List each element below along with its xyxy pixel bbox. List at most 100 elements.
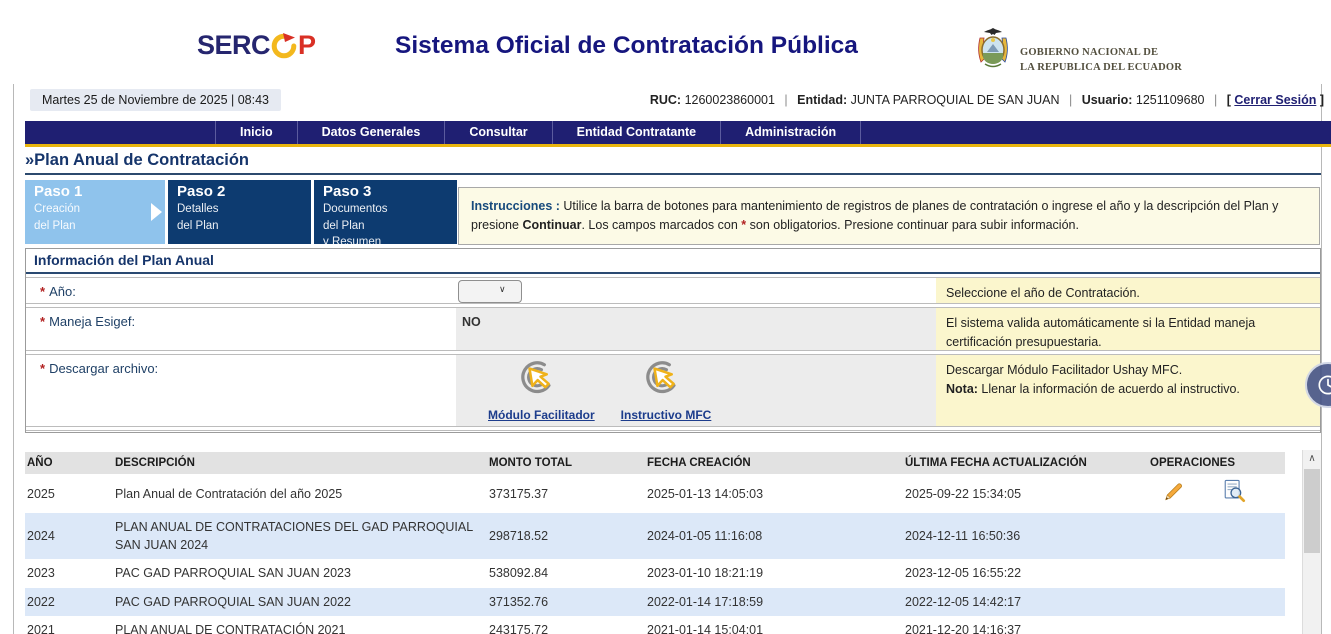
nota-label: Nota:	[946, 382, 978, 396]
created-cell: 2021-01-14 15:04:01	[645, 616, 903, 634]
required-marker: *	[40, 361, 45, 376]
field-hint: Descargar Módulo Facilitador Ushay MFC. …	[936, 355, 1320, 426]
field-content: NO	[456, 308, 936, 350]
sercop-logo-o-icon	[271, 33, 297, 59]
step-arrow-icon	[151, 203, 162, 221]
description-cell: PLAN ANUAL DE CONTRATACIONES DEL GAD PAR…	[113, 513, 487, 559]
government-label: GOBIERNO NACIONAL DE LA REPUBLICA DEL EC…	[1020, 46, 1182, 75]
nav-item-consultar[interactable]: Consultar	[445, 121, 552, 144]
year-cell: 2023	[25, 559, 113, 587]
main-nav: InicioDatos GeneralesConsultarEntidad Co…	[25, 121, 1331, 147]
app-window: SERC P Sistema Oficial de Contratación P…	[0, 0, 1331, 634]
table-header-row: AÑODESCRIPCIÓNMONTO TOTALFECHA CREACIÓNÚ…	[25, 452, 1285, 474]
required-marker: *	[40, 284, 45, 299]
column-header: FECHA CREACIÓN	[645, 452, 903, 474]
amount-cell: 373175.37	[487, 474, 645, 513]
description-cell: PLAN ANUAL DE CONTRATACIÓN 2021	[113, 616, 487, 634]
table-scrollbar[interactable]: ∧	[1302, 450, 1321, 634]
logo-text: P	[298, 30, 316, 61]
instructivo-mfc-link[interactable]: Instructivo MFC	[621, 408, 712, 422]
logout-link[interactable]: Cerrar Sesión	[1234, 93, 1316, 107]
nav-item-datos-generales[interactable]: Datos Generales	[298, 121, 446, 144]
modulo-facilitador-download[interactable]: Módulo Facilitador	[488, 359, 595, 422]
description-cell: PAC GAD PARROQUIAL SAN JUAN 2022	[113, 588, 487, 616]
updated-cell: 2025-09-22 15:34:05	[903, 474, 1148, 513]
page-title: »Plan Anual de Contratación	[25, 151, 1321, 175]
step-3-documentos-del-plan[interactable]: Paso 3 Documentos del Plan y Resumen	[314, 180, 457, 244]
operations-cell	[1148, 616, 1285, 634]
clock-icon	[1315, 372, 1331, 398]
form-row-ano: *Año: ∨ Seleccione el año de Contratació…	[26, 277, 1320, 304]
system-title: Sistema Oficial de Contratación Pública	[395, 32, 858, 60]
page-border-line	[1321, 84, 1322, 634]
instructivo-mfc-download[interactable]: Instructivo MFC	[621, 359, 712, 422]
updated-cell: 2022-12-05 14:42:17	[903, 588, 1148, 616]
nota-text: Llenar la información de acuerdo al inst…	[978, 382, 1240, 396]
table-row-2022: 2022PAC GAD PARROQUIAL SAN JUAN 20223713…	[25, 588, 1285, 616]
field-content: Módulo Facilitador Instructivo MFC	[456, 355, 936, 426]
step-2-detalles-del-plan[interactable]: Paso 2 Detalles del Plan	[168, 180, 311, 244]
instructions-label: Instrucciones :	[471, 199, 560, 213]
step-desc: Documentos	[323, 201, 457, 218]
datetime-badge: Martes 25 de Noviembre de 2025 | 08:43	[30, 89, 281, 111]
operations-cell	[1148, 513, 1285, 559]
form-row-descargar: * Descargar archivo: Módulo Facilitador	[26, 354, 1320, 427]
operations-cell	[1148, 559, 1285, 587]
wizard-steps: Paso 1 Creación del Plan Paso 2 Detalles…	[25, 180, 457, 244]
description-cell: Plan Anual de Contratación del año 2025	[113, 474, 487, 513]
created-cell: 2022-01-14 17:18:59	[645, 588, 903, 616]
usuario-value: 1251109680	[1136, 93, 1205, 107]
field-hint: El sistema valida automáticamente si la …	[936, 308, 1320, 350]
updated-cell: 2021-12-20 14:16:37	[903, 616, 1148, 634]
year-select[interactable]: ∨	[458, 280, 522, 303]
modulo-facilitador-link[interactable]: Módulo Facilitador	[488, 408, 595, 422]
nav-item-inicio[interactable]: Inicio	[215, 121, 298, 144]
table-row-2024: 2024PLAN ANUAL DE CONTRATACIONES DEL GAD…	[25, 513, 1285, 559]
entidad-label: Entidad:	[797, 93, 847, 107]
click-download-icon	[640, 359, 692, 403]
separator: |	[1214, 93, 1217, 107]
year-cell: 2025	[25, 474, 113, 513]
scrollbar-thumb[interactable]	[1304, 469, 1320, 553]
field-label: *Maneja Esigef:	[26, 308, 456, 350]
logout-bracket: ]	[1320, 93, 1324, 107]
column-header: AÑO	[25, 452, 113, 474]
created-cell: 2024-01-05 11:16:08	[645, 513, 903, 559]
separator: |	[784, 93, 787, 107]
field-content: ∨	[456, 278, 936, 303]
year-cell: 2021	[25, 616, 113, 634]
usuario-label: Usuario:	[1082, 93, 1133, 107]
operations-cell	[1148, 588, 1285, 616]
logo-text: SERC	[197, 30, 270, 61]
column-header: MONTO TOTAL	[487, 452, 645, 474]
pac-table: AÑODESCRIPCIÓNMONTO TOTALFECHA CREACIÓNÚ…	[25, 452, 1285, 634]
view-plan-button[interactable]	[1222, 479, 1246, 508]
column-header: OPERACIONES	[1148, 452, 1285, 474]
nav-item-entidad-contratante[interactable]: Entidad Contratante	[553, 121, 721, 144]
session-info: RUC: 1260023860001 | Entidad: JUNTA PARR…	[650, 93, 1324, 107]
year-cell: 2022	[25, 588, 113, 616]
form-row-esigef: *Maneja Esigef: NO El sistema valida aut…	[26, 307, 1320, 351]
field-hint: Seleccione el año de Contratación.	[936, 278, 1320, 303]
ruc-value: 1260023860001	[685, 93, 775, 107]
gov-line: LA REPUBLICA DEL ECUADOR	[1020, 61, 1182, 76]
ruc-label: RUC:	[650, 93, 681, 107]
scroll-up-button[interactable]: ∧	[1303, 450, 1321, 467]
column-header: ÚLTIMA FECHA ACTUALIZACIÓN	[903, 452, 1148, 474]
label-text: Descargar archivo:	[49, 361, 158, 376]
esigef-value: NO	[456, 308, 481, 329]
field-label: *Año:	[26, 278, 456, 303]
edit-plan-button[interactable]	[1162, 480, 1185, 508]
logout-bracket: [	[1227, 93, 1231, 107]
required-marker: *	[40, 314, 45, 329]
step-desc: Detalles	[177, 201, 311, 218]
created-cell: 2023-01-10 18:21:19	[645, 559, 903, 587]
created-cell: 2025-01-13 14:05:03	[645, 474, 903, 513]
amount-cell: 371352.76	[487, 588, 645, 616]
step-1-creacion-del-plan[interactable]: Paso 1 Creación del Plan	[25, 180, 165, 244]
step-title: Paso 2	[177, 183, 311, 200]
page-border-line	[13, 84, 14, 634]
instructions-text: Utilice la barra de botones para manteni…	[471, 199, 1278, 232]
nav-item-administracion[interactable]: Administración	[721, 121, 861, 144]
amount-cell: 298718.52	[487, 513, 645, 559]
